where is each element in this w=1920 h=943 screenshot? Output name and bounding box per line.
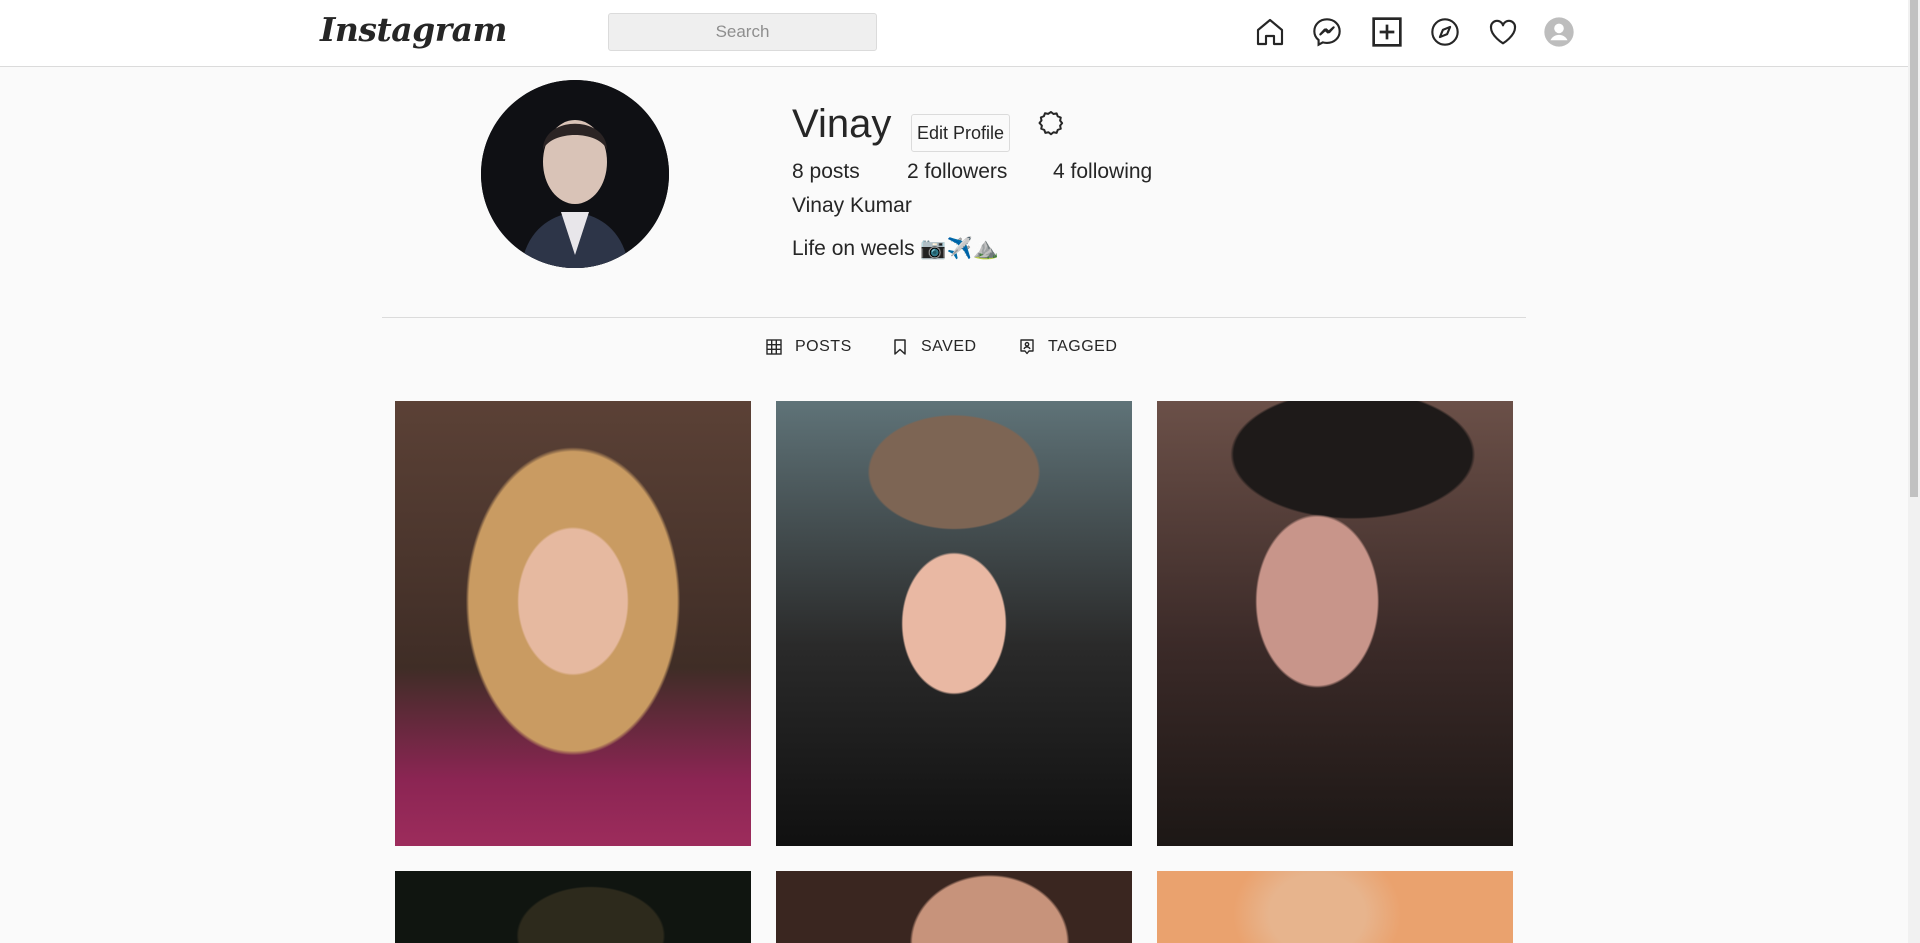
page-scrollbar[interactable] bbox=[1908, 0, 1920, 943]
profile-full-name: Vinay Kumar bbox=[792, 194, 912, 217]
profile-avatar-icon[interactable] bbox=[1541, 14, 1577, 50]
post-thumbnail[interactable] bbox=[395, 871, 751, 943]
activity-heart-icon[interactable] bbox=[1485, 14, 1521, 50]
messenger-icon[interactable] bbox=[1309, 14, 1345, 50]
tab-saved-label: SAVED bbox=[921, 338, 977, 355]
tab-posts-label: POSTS bbox=[795, 338, 852, 355]
grid-icon bbox=[766, 339, 782, 355]
new-post-icon[interactable] bbox=[1369, 14, 1405, 50]
tab-saved[interactable]: SAVED bbox=[891, 338, 977, 356]
scrollbar-thumb[interactable] bbox=[1910, 0, 1918, 497]
post-thumbnail[interactable] bbox=[1157, 871, 1513, 943]
instagram-logo[interactable]: Instagram bbox=[320, 10, 507, 49]
search-input[interactable] bbox=[608, 13, 877, 51]
bookmark-icon bbox=[894, 339, 906, 355]
followers-count[interactable]: 2 followers bbox=[907, 160, 1007, 184]
profile-username: Vinay bbox=[792, 102, 892, 146]
post-thumbnail[interactable] bbox=[776, 401, 1132, 846]
home-icon[interactable] bbox=[1252, 14, 1288, 50]
settings-gear-icon[interactable] bbox=[1036, 108, 1066, 138]
top-navigation-bar: Instagram bbox=[0, 0, 1908, 67]
tab-tagged-label: TAGGED bbox=[1048, 338, 1118, 355]
post-thumbnail[interactable] bbox=[1157, 401, 1513, 846]
tagged-icon bbox=[1020, 339, 1034, 355]
post-thumbnail[interactable] bbox=[776, 871, 1132, 943]
posts-count: 8 posts bbox=[792, 160, 860, 183]
explore-icon[interactable] bbox=[1427, 14, 1463, 50]
following-count[interactable]: 4 following bbox=[1053, 160, 1152, 184]
profile-avatar[interactable] bbox=[481, 80, 669, 268]
post-thumbnail[interactable] bbox=[395, 401, 751, 846]
profile-bio: Life on weels 📷✈️⛰️ bbox=[792, 237, 999, 260]
tab-posts[interactable]: POSTS bbox=[765, 338, 852, 356]
section-divider bbox=[382, 317, 1526, 318]
tab-tagged[interactable]: TAGGED bbox=[1018, 338, 1117, 356]
edit-profile-button[interactable]: Edit Profile bbox=[911, 114, 1010, 152]
